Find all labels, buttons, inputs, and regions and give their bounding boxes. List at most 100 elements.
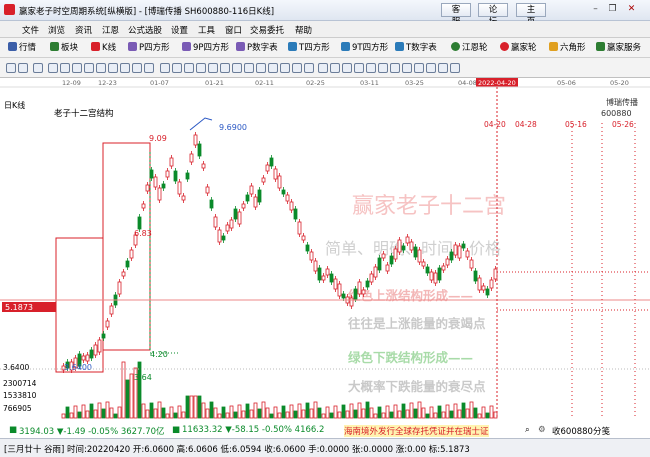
volume-bar	[209, 401, 214, 419]
menu-settings[interactable]: 设置	[171, 24, 188, 36]
draw-tool-icon[interactable]	[354, 63, 364, 73]
minimize-icon[interactable]: –	[588, 2, 603, 17]
hexagon-button[interactable]: 六角形	[549, 41, 586, 55]
draw-tool-icon[interactable]	[256, 63, 266, 73]
menu-browse[interactable]: 浏览	[48, 24, 65, 36]
app-icon	[4, 4, 15, 15]
menu-file[interactable]: 文件	[22, 24, 39, 36]
draw-tool-icon[interactable]	[426, 63, 436, 73]
t-square-button[interactable]: T四方形	[288, 41, 330, 55]
volume-bar	[277, 412, 282, 419]
draw-tool-icon[interactable]	[280, 63, 290, 73]
draw-tool-icon[interactable]	[244, 63, 254, 73]
p-square-button[interactable]: P四方形	[128, 41, 170, 55]
volume-label-3: 766905	[3, 404, 32, 413]
kline-button[interactable]: K线	[91, 41, 116, 55]
sector-button[interactable]: 板块	[50, 41, 78, 55]
volume-bar	[385, 405, 390, 419]
forum-link[interactable]: 论坛	[478, 3, 508, 27]
draw-tool-icon[interactable]	[342, 63, 352, 73]
kline-icon	[91, 42, 100, 51]
draw-tool-icon[interactable]	[438, 63, 448, 73]
draw-tool-icon[interactable]	[366, 63, 376, 73]
index-sz-value: 11633.32 ▼-58.15 -0.50% 4166.2	[182, 425, 325, 435]
volume-bar	[305, 402, 310, 419]
menu-news[interactable]: 资讯	[75, 24, 92, 36]
volume-bar	[161, 407, 166, 419]
draw-tool-icon[interactable]	[6, 63, 16, 73]
quote-button[interactable]: 行情	[8, 41, 36, 55]
draw-tool-icon[interactable]	[330, 63, 340, 73]
top-date-label: 01-21	[205, 79, 224, 87]
draw-tool-icon[interactable]	[450, 63, 460, 73]
restore-icon[interactable]: ❐	[605, 2, 620, 17]
left-price-364: 3.6400	[3, 363, 29, 372]
9p-square-button[interactable]: 9P四方形	[182, 41, 229, 55]
draw-tool-icon[interactable]	[402, 63, 412, 73]
draw-tool-icon[interactable]	[144, 63, 154, 73]
draw-tool-icon[interactable]	[48, 63, 58, 73]
kline-chart[interactable]: 12-09 12-23 01-07 01-21 02-11 02-25 03-11 03-25…	[0, 78, 650, 438]
draw-tool-icon[interactable]	[318, 63, 328, 73]
draw-tool-icon[interactable]	[18, 63, 28, 73]
volume-bar	[401, 403, 406, 419]
gann-wheel-button[interactable]: 江恩轮	[451, 41, 488, 55]
homepage-link[interactable]: 主页	[516, 3, 546, 27]
search-icon[interactable]: ⌕	[525, 425, 530, 435]
draw-tool-icon[interactable]	[232, 63, 242, 73]
candle-body	[413, 246, 418, 258]
draw-tool-icon[interactable]	[390, 63, 400, 73]
menu-trade[interactable]: 交易委托	[250, 24, 284, 36]
candle-body	[349, 297, 354, 307]
volume-bar	[89, 403, 94, 419]
volume-bar	[389, 411, 394, 419]
news-ticker[interactable]: 海南境外发行全球存托凭证并在瑞士证	[344, 425, 489, 437]
draw-tool-icon[interactable]	[84, 63, 94, 73]
candle-body	[297, 221, 302, 235]
draw-tool-icon[interactable]	[184, 63, 194, 73]
customer-service-link[interactable]: 客服	[441, 3, 471, 27]
draw-tool-icon[interactable]	[304, 63, 314, 73]
menu-tools[interactable]: 工具	[198, 24, 215, 36]
candle-body	[149, 169, 154, 179]
volume-bar	[461, 402, 466, 419]
gear-icon[interactable]: ⚙	[538, 425, 546, 435]
draw-tool-icon[interactable]	[120, 63, 130, 73]
close-icon[interactable]: ✕	[624, 2, 639, 17]
draw-tool-icon[interactable]	[160, 63, 170, 73]
draw-tool-icon[interactable]	[96, 63, 106, 73]
draw-tool-icon[interactable]	[132, 63, 142, 73]
candle-body	[93, 344, 98, 356]
menu-window[interactable]: 窗口	[225, 24, 242, 36]
draw-tool-icon[interactable]	[108, 63, 118, 73]
kline-label: K线	[102, 43, 117, 53]
t-table-button[interactable]: T数字表	[395, 41, 437, 55]
candle-body	[493, 268, 498, 280]
menu-gann[interactable]: 江恩	[102, 24, 119, 36]
draw-tool-icon[interactable]	[378, 63, 388, 73]
menu-help[interactable]: 帮助	[295, 24, 312, 36]
candle-body	[189, 153, 194, 163]
winner-service-button[interactable]: 赢家服务	[596, 41, 641, 55]
candle-body	[373, 266, 378, 278]
volume-bar	[73, 405, 78, 419]
volume-bar	[421, 407, 426, 419]
draw-tool-icon[interactable]	[292, 63, 302, 73]
candle-body	[357, 281, 362, 295]
draw-tool-icon[interactable]	[220, 63, 230, 73]
p-table-button[interactable]: P数字表	[236, 41, 278, 55]
candle-body	[89, 349, 94, 359]
draw-tool-icon[interactable]	[60, 63, 70, 73]
menu-formula-screen[interactable]: 公式选股	[128, 24, 162, 36]
t-table-label: T数字表	[406, 43, 437, 53]
draw-tool-icon[interactable]	[268, 63, 278, 73]
draw-tool-icon[interactable]	[196, 63, 206, 73]
draw-tool-icon[interactable]	[414, 63, 424, 73]
draw-tool-icon[interactable]	[172, 63, 182, 73]
volume-bar	[285, 411, 290, 419]
9t-square-button[interactable]: 9T四方形	[341, 41, 388, 55]
winner-wheel-button[interactable]: 赢家轮	[500, 41, 537, 55]
draw-tool-icon[interactable]	[33, 63, 43, 73]
draw-tool-icon[interactable]	[72, 63, 82, 73]
draw-tool-icon[interactable]	[208, 63, 218, 73]
